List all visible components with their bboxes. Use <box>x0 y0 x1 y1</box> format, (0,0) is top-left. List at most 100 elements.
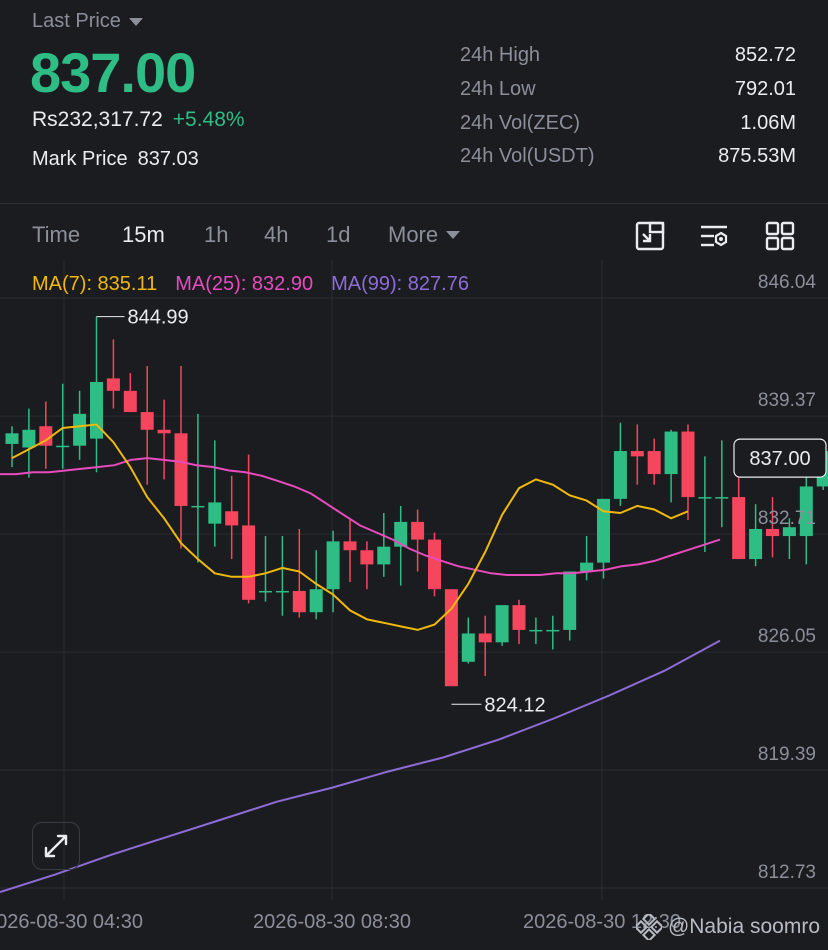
candle-body <box>377 546 391 565</box>
y-tick-label: 832.71 <box>758 508 816 529</box>
candle <box>512 599 526 645</box>
indicator-settings-icon[interactable] <box>698 220 730 252</box>
last-price-value: 837.00 <box>30 41 196 104</box>
stat-24h-vol-zec-value: 1.06M <box>740 112 796 134</box>
watermark-text: @Nabia soomro <box>667 915 820 938</box>
candle-body <box>681 431 695 498</box>
tab-4h[interactable]: 4h <box>264 222 288 248</box>
candle <box>208 440 222 547</box>
candle-body <box>749 528 763 560</box>
tab-1h[interactable]: 1h <box>204 222 228 248</box>
y-tick-label: 826.05 <box>758 626 816 647</box>
mark-price-value: 837.03 <box>137 148 199 170</box>
candle <box>242 454 256 604</box>
candle <box>580 536 594 581</box>
candle <box>613 422 627 506</box>
last-price-selector[interactable]: Last Price <box>32 10 143 33</box>
candle <box>529 617 543 645</box>
low-annotation: 824.12 <box>484 694 545 716</box>
stat-24h-high-value: 852.72 <box>734 44 796 66</box>
tab-1d[interactable]: 1d <box>326 222 350 248</box>
candle-body <box>275 590 289 593</box>
tab-time[interactable]: Time <box>32 222 80 248</box>
candle <box>478 615 492 676</box>
stat-24h-vol-zec-label: 24h Vol(ZEC) <box>460 112 581 134</box>
candle-body <box>140 412 154 430</box>
candle-body <box>495 605 509 643</box>
candle-body <box>242 525 256 600</box>
candle-body <box>326 541 340 590</box>
candle-body <box>715 497 729 499</box>
grid-view-icon[interactable] <box>764 220 796 252</box>
candle-body <box>309 589 323 613</box>
candle <box>343 520 357 583</box>
candle <box>191 413 205 563</box>
candle <box>732 472 746 560</box>
moving-average-legend: MA(7): 835.11 MA(25): 832.90 MA(99): 827… <box>32 273 469 296</box>
candle <box>174 366 188 549</box>
candle-body <box>563 571 577 630</box>
candle-body <box>529 629 543 632</box>
tab-more[interactable]: More <box>388 222 461 248</box>
stat-24h-low-value: 792.01 <box>734 78 796 100</box>
y-tick-label: 846.04 <box>758 272 817 293</box>
candle-body <box>732 497 746 560</box>
section-divider <box>0 203 828 204</box>
candle <box>681 424 695 521</box>
x-axis: 2026-08-30 04:30 2026-08-30 08:30 2026-08-… <box>0 911 681 933</box>
candlestick-series <box>5 316 828 687</box>
change-percent: +5.48% <box>172 108 245 131</box>
brand-logo-icon <box>635 914 662 940</box>
x-tick-label: 2026-08-30 04:30 <box>0 911 143 933</box>
tab-more-label: More <box>388 222 439 247</box>
chart-layout-icon[interactable] <box>634 220 666 252</box>
candle-body <box>630 451 644 457</box>
mark-price-label: Mark Price <box>32 148 128 170</box>
expand-arrows-icon <box>44 834 68 858</box>
y-tick-label: 819.39 <box>758 744 816 765</box>
candle <box>123 373 137 413</box>
candle-body <box>292 590 306 613</box>
price-chart[interactable]: 846.04 839.37 832.71 826.05 819.39 812.73 202… <box>0 260 828 950</box>
candle-body <box>225 511 239 526</box>
candle-body <box>698 497 712 499</box>
chart-annotations: 844.99 824.12 <box>96 307 546 716</box>
candle <box>275 536 289 616</box>
ma25-label: MA(25): 832.90 <box>175 273 314 295</box>
candle <box>461 617 475 664</box>
candle-body <box>5 433 19 444</box>
tab-15m[interactable]: 15m <box>122 222 165 248</box>
current-price-tag: 837.00 <box>733 438 828 478</box>
candle-body <box>259 590 272 593</box>
high-annotation: 844.99 <box>128 307 189 329</box>
x-tick-label: 2026-08-30 08:30 <box>253 911 411 933</box>
candle <box>664 429 678 503</box>
candle-body <box>580 562 594 572</box>
stat-24h-vol-usdt-value: 875.53M <box>718 145 796 167</box>
candle <box>106 339 120 409</box>
stat-24h-vol-usdt-label: 24h Vol(USDT) <box>460 145 595 167</box>
y-tick-label: 812.73 <box>758 862 816 883</box>
candle <box>56 383 70 469</box>
candle <box>90 316 103 473</box>
candle-body <box>123 390 137 413</box>
local-price-row: Rs232,317.72 +5.48% <box>32 108 245 132</box>
ma7-label: MA(7): 835.11 <box>32 273 158 295</box>
chart-grid <box>0 260 828 900</box>
candle-body <box>411 521 425 540</box>
candle <box>563 571 577 641</box>
watermark: @Nabia soomro <box>635 914 820 940</box>
candle <box>698 456 712 552</box>
candle <box>22 408 36 478</box>
candle <box>411 509 425 572</box>
mark-price-row: Mark Price 837.03 <box>32 148 199 171</box>
y-axis: 846.04 839.37 832.71 826.05 819.39 812.73 <box>758 272 817 883</box>
candle-body <box>56 445 70 448</box>
price-tag-text: 837.00 <box>749 448 810 470</box>
candle <box>360 541 374 590</box>
candle-body <box>360 550 374 565</box>
candle-body <box>613 451 627 499</box>
candle <box>225 475 239 560</box>
candle <box>647 438 661 485</box>
fullscreen-button[interactable] <box>32 822 80 870</box>
